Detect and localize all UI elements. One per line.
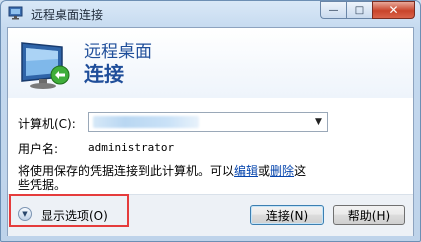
edit-link[interactable]: 编辑 bbox=[234, 164, 258, 178]
banner-title-line2: 连接 bbox=[84, 62, 124, 86]
close-button[interactable]: ✕ bbox=[372, 1, 415, 19]
remote-desktop-app-icon bbox=[8, 6, 23, 20]
window-title: 远程桌面连接 bbox=[31, 8, 104, 22]
show-options-toggle[interactable]: 显示选项(O) bbox=[41, 207, 108, 224]
remote-desktop-icon bbox=[21, 42, 70, 89]
credentials-note: 将使用保存的凭据连接到此计算机。可以编辑或删除这些凭据。 bbox=[18, 164, 318, 192]
computer-value-redacted bbox=[93, 116, 199, 128]
connect-button[interactable]: 连接(N) bbox=[250, 205, 324, 225]
help-button[interactable]: 帮助(H) bbox=[333, 205, 405, 225]
note-text-before: 将使用保存的凭据连接到此计算机。可以 bbox=[18, 164, 235, 178]
computer-label: 计算机(C): bbox=[18, 117, 76, 131]
maximize-button[interactable]: □ bbox=[346, 1, 372, 19]
username-label: 用户名: bbox=[18, 142, 59, 156]
title-bar[interactable]: 远程桌面连接 — □ ✕ bbox=[0, 0, 421, 27]
chevron-down-icon[interactable]: ▼ bbox=[310, 113, 327, 131]
username-value: administrator bbox=[88, 141, 175, 154]
caption-buttons: — □ ✕ bbox=[320, 1, 415, 20]
delete-link[interactable]: 删除 bbox=[270, 164, 294, 178]
expand-arrow-icon[interactable]: ▼ bbox=[18, 207, 32, 221]
header-banner: 远程桌面 连接 bbox=[8, 28, 413, 98]
computer-combobox[interactable]: ▼ bbox=[88, 112, 328, 132]
note-or: 或 bbox=[258, 164, 271, 178]
minimize-button[interactable]: — bbox=[320, 1, 346, 19]
